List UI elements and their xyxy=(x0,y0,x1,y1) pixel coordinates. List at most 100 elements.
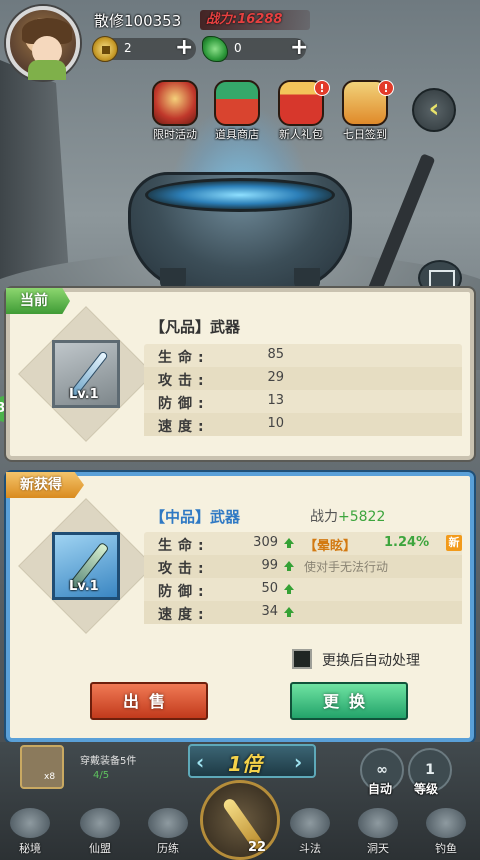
auto-label: 自动 xyxy=(368,782,393,796)
speed-selector[interactable]: ‹ 1倍 › xyxy=(188,744,316,778)
arrow-up-icon xyxy=(284,538,294,548)
stat-label: 防御: xyxy=(158,584,210,600)
new-stats: 生命: 309 【晕眩】 1.24% 新 攻击: 99 使对手无法行动 防御: … xyxy=(144,532,462,624)
fishing-icon xyxy=(426,808,466,838)
feature-item-shop[interactable]: 道具商店 xyxy=(206,80,268,142)
training-icon xyxy=(148,808,188,838)
auto-process-label: 更换后自动处理 xyxy=(322,653,420,669)
stat-value: 13 xyxy=(267,393,284,408)
secret-realm-icon xyxy=(10,808,50,838)
speed-value: 1倍 xyxy=(228,752,262,776)
speed-decrease-icon[interactable]: ‹ xyxy=(196,750,204,774)
alert-badge: ! xyxy=(314,80,330,96)
speed-increase-icon[interactable]: › xyxy=(294,750,302,774)
current-item-icon[interactable]: Lv.1 xyxy=(52,340,120,408)
new-item-panel: 新获得 Lv.1 【中品】武器 战力+5822 生命: 309 【晕眩】 1.2… xyxy=(6,472,474,742)
cauldron-leg xyxy=(160,268,186,290)
stat-value: 309 xyxy=(253,535,278,550)
nav-alliance[interactable]: 仙盟 xyxy=(72,808,128,856)
add-jade-button[interactable]: + xyxy=(290,36,308,60)
jade-amount: 0 xyxy=(234,41,242,55)
item-level: Lv.1 xyxy=(69,387,99,402)
new-tag: 新 xyxy=(446,535,462,551)
collapse-menu-button[interactable]: ‹ xyxy=(412,88,456,132)
stat-label: 攻击: xyxy=(158,373,210,389)
current-stats: 生命: 85 攻击: 29 防御: 13 速度: 10 xyxy=(144,344,462,436)
cauldron-leg xyxy=(294,268,320,290)
stat-label: 防御: xyxy=(158,396,210,412)
task-text: 穿戴装备5件 xyxy=(80,756,137,767)
copper-amount: 2 xyxy=(124,41,132,55)
main-weapon-button[interactable] xyxy=(200,780,280,860)
alert-badge: ! xyxy=(378,80,394,96)
avatar-robe xyxy=(28,60,66,80)
nav-label: 历练 xyxy=(157,842,179,855)
feature-limited-event[interactable]: 限时活动 xyxy=(144,80,206,142)
stat-row-defense: 防御: 50 xyxy=(144,578,462,601)
alliance-icon xyxy=(80,808,120,838)
stat-label: 生命: xyxy=(158,538,210,554)
swirl-icon: ∞ xyxy=(376,762,388,778)
feature-label: 新人礼包 xyxy=(279,128,323,141)
copper-coin-icon xyxy=(92,36,118,62)
add-copper-button[interactable]: + xyxy=(175,36,193,60)
jade-gem-icon xyxy=(202,36,228,62)
feature-label: 限时活动 xyxy=(153,128,197,141)
combat-power: 战力:16288 xyxy=(200,10,310,30)
stat-value: 10 xyxy=(267,416,284,431)
equipment-bag-button[interactable] xyxy=(20,745,64,789)
power-change: 战力+5822 xyxy=(310,506,385,526)
skill-percent: 1.24% xyxy=(384,535,430,550)
arrow-up-icon xyxy=(284,607,294,617)
power-label: 战力 xyxy=(310,509,338,525)
stat-value: 99 xyxy=(261,558,278,573)
stat-value: 50 xyxy=(261,581,278,596)
nav-secret-realm[interactable]: 秘境 xyxy=(2,808,58,856)
nav-label: 秘境 xyxy=(19,842,41,855)
feature-newbie-gift[interactable]: ! 新人礼包 xyxy=(270,80,332,142)
combat-power-label: 战力 xyxy=(206,12,233,27)
new-item-ribbon: 新获得 xyxy=(6,472,84,498)
stat-row-speed: 速度: 10 xyxy=(144,413,462,436)
feature-label: 七日签到 xyxy=(343,128,387,141)
nav-duel[interactable]: 斗法 xyxy=(282,808,338,856)
current-item-title: 【凡品】武器 xyxy=(150,318,241,336)
grade-label: 等级 xyxy=(414,782,439,796)
nav-fishing[interactable]: 钓鱼 xyxy=(418,808,474,856)
main-weapon-count: 22 xyxy=(248,840,267,855)
stat-value: 29 xyxy=(267,370,284,385)
stat-value: 85 xyxy=(267,347,284,362)
stat-row-defense: 防御: 13 xyxy=(144,390,462,413)
chevron-left-icon: ‹ xyxy=(428,94,440,124)
sell-button[interactable]: 出售 xyxy=(90,682,208,720)
arrow-up-icon xyxy=(284,584,294,594)
new-item-title: 【中品】武器 xyxy=(150,508,241,526)
arrow-up-icon xyxy=(284,561,294,571)
nav-label: 洞天 xyxy=(367,842,389,855)
nav-training[interactable]: 历练 xyxy=(140,808,196,856)
player-name: 散修100353 xyxy=(94,12,182,30)
swap-button[interactable]: 更换 xyxy=(290,682,408,720)
feature-label: 道具商店 xyxy=(215,128,259,141)
duel-icon xyxy=(290,808,330,838)
stat-label: 速度: xyxy=(158,419,210,435)
player-avatar[interactable] xyxy=(6,6,80,80)
stat-row-attack: 攻击: 29 xyxy=(144,367,462,390)
stat-row-hp: 生命: 85 xyxy=(144,344,462,367)
nav-cave-heaven[interactable]: 洞天 xyxy=(350,808,406,856)
rock-pillar xyxy=(0,60,70,290)
feature-seven-day-checkin[interactable]: ! 七日签到 xyxy=(334,80,396,142)
cauldron-glow xyxy=(145,178,335,212)
current-equipment-panel: 当前 Lv.1 【凡品】武器 生命: 85 攻击: 29 防御: 13 速度: … xyxy=(6,288,474,460)
new-item-icon[interactable]: Lv.1 xyxy=(52,532,120,600)
stat-label: 生命: xyxy=(158,350,210,366)
limited-event-icon xyxy=(152,80,198,126)
task-progress: 4/5 xyxy=(93,770,110,781)
nav-label: 仙盟 xyxy=(89,842,111,855)
auto-process-checkbox[interactable] xyxy=(292,649,312,669)
nav-label: 斗法 xyxy=(299,842,321,855)
stat-row-hp: 生命: 309 【晕眩】 1.24% 新 xyxy=(144,532,462,555)
nav-label: 钓鱼 xyxy=(435,842,457,855)
stat-row-attack: 攻击: 99 使对手无法行动 xyxy=(144,555,462,578)
item-level: Lv.1 xyxy=(69,579,99,594)
